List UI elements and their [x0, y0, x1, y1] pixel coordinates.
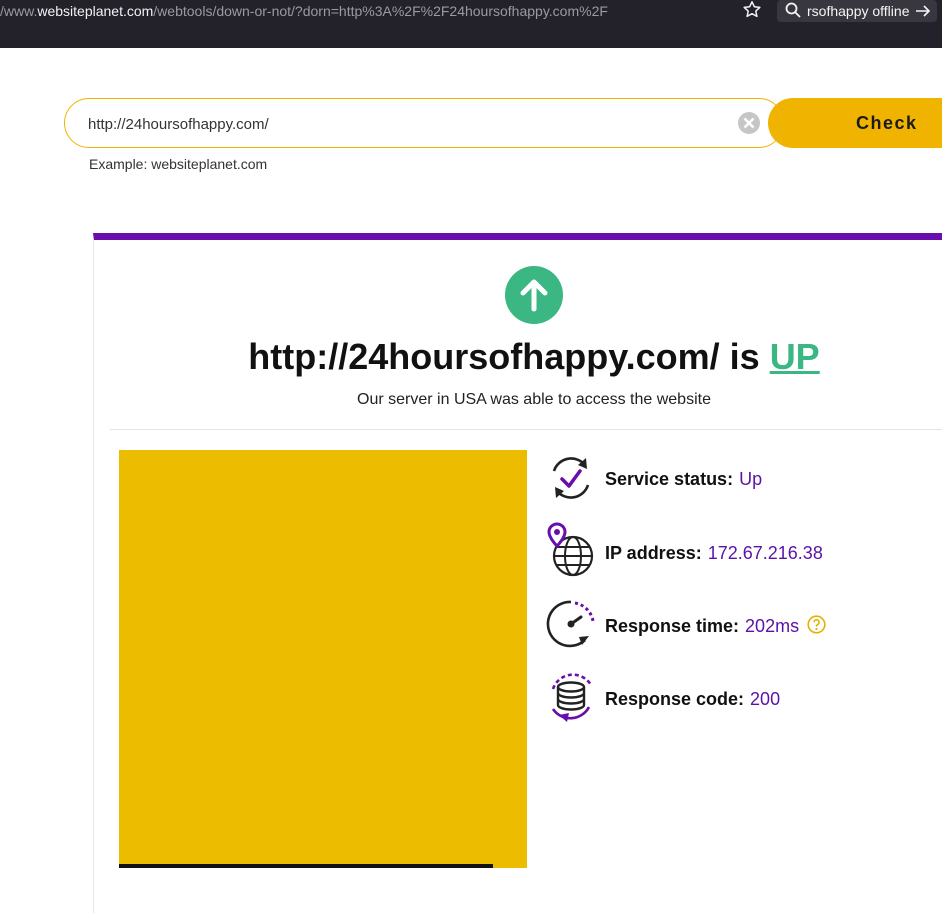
bookmark-star-icon[interactable]: [742, 0, 762, 22]
service-status-label: Service status: Up: [605, 469, 762, 490]
url-search-box: [64, 98, 784, 148]
response-code-row: Response code: 200: [545, 667, 942, 727]
ip-address-label-text: IP address:: [605, 543, 702, 563]
response-time-label: Response time: 202ms: [605, 616, 799, 637]
ip-address-value: 172.67.216.38: [707, 543, 823, 563]
service-status-row: Service status: Up: [545, 448, 942, 508]
search-icon: [785, 2, 801, 22]
check-button[interactable]: Check: [768, 98, 942, 148]
browser-toolbar: /www.websiteplanet.com/webtools/down-or-…: [0, 0, 942, 48]
service-status-label-text: Service status:: [605, 469, 734, 489]
divider: [110, 429, 942, 430]
service-status-icon: [545, 448, 597, 508]
browser-search-field[interactable]: rsofhappy offline: [777, 0, 937, 22]
database-icon: [545, 667, 597, 727]
response-code-value: 200: [750, 689, 781, 709]
status-word: UP: [769, 336, 820, 377]
response-time-value: 202ms: [745, 616, 800, 636]
url-host: websiteplanet.com: [37, 3, 154, 19]
ip-address-row: IP address: 172.67.216.38: [545, 521, 942, 581]
globe-pin-icon: [545, 521, 597, 581]
arrow-right-icon[interactable]: [915, 3, 931, 22]
example-hint: Example: websiteplanet.com: [89, 156, 268, 172]
address-bar[interactable]: /www.websiteplanet.com/webtools/down-or-…: [0, 0, 768, 22]
ip-address-label: IP address: 172.67.216.38: [605, 543, 823, 564]
response-time-row: Response time: 202ms: [545, 594, 942, 654]
checked-url: http://24hoursofhappy.com/: [248, 336, 720, 377]
url-path: /webtools/down-or-not/?dorn=http%3A%2F%2…: [153, 3, 608, 19]
response-code-label: Response code: 200: [605, 689, 780, 710]
screenshot-bottom-line: [119, 864, 493, 868]
website-screenshot: [119, 450, 527, 868]
is-text: is: [729, 336, 760, 377]
url-input[interactable]: [88, 113, 708, 135]
response-time-label-text: Response time:: [605, 616, 740, 636]
result-subtitle: Our server in USA was able to access the…: [357, 391, 711, 408]
arrow-up-icon: [505, 266, 563, 324]
url-prefix: /www.: [0, 3, 38, 19]
help-question-icon[interactable]: [807, 615, 826, 634]
response-code-label-text: Response code:: [605, 689, 745, 709]
browser-search-text: rsofhappy offline: [807, 3, 910, 19]
service-status-value: Up: [739, 469, 763, 489]
result-headline: http://24hoursofhappy.com/ is UP: [110, 336, 942, 378]
stopwatch-icon: [545, 594, 597, 654]
clear-input-icon[interactable]: [737, 111, 761, 135]
